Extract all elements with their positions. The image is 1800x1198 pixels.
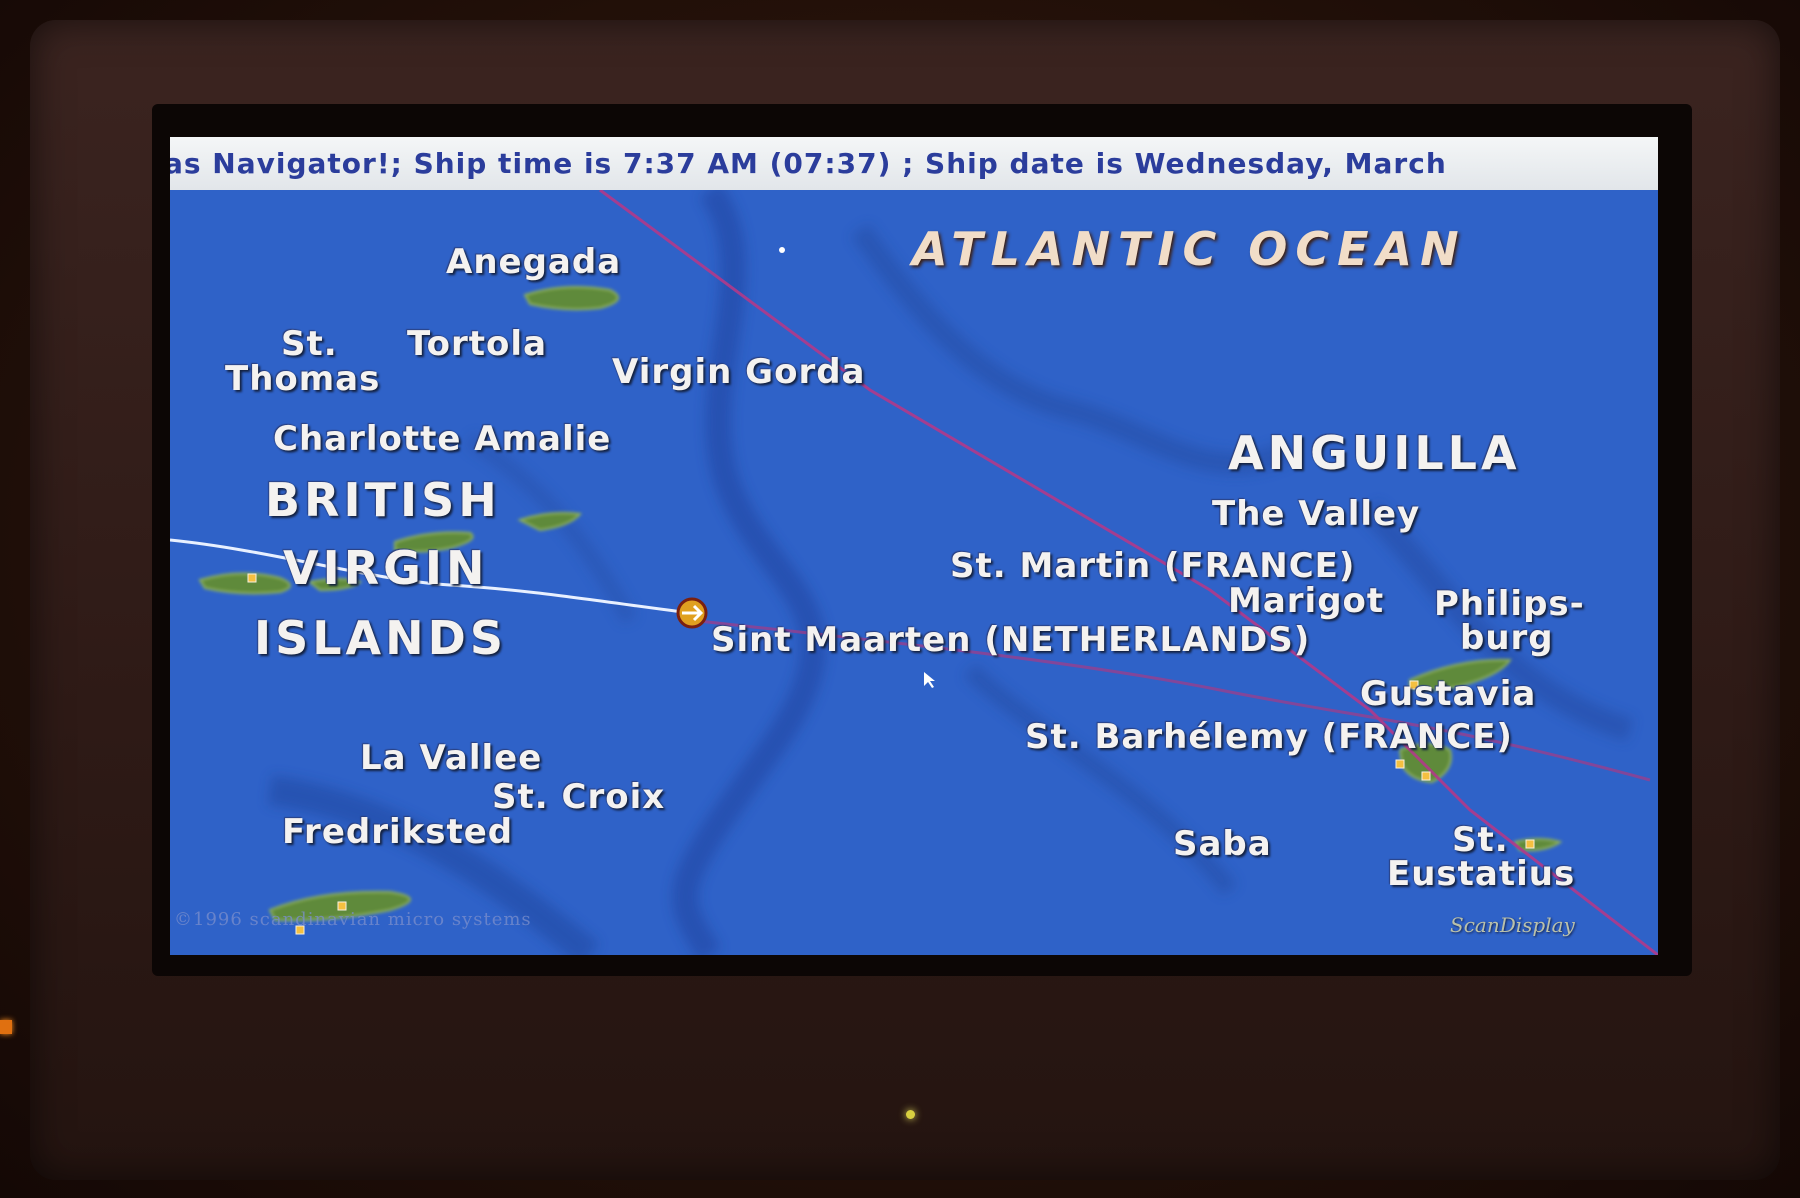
power-led-icon xyxy=(906,1110,915,1119)
status-ticker: as Navigator!; Ship time is 7:37 AM (07:… xyxy=(170,137,1658,190)
philipsburg-label-line2: burg xyxy=(1460,618,1554,658)
gustavia-dot xyxy=(1525,839,1535,849)
la-vallee-label: La Vallee xyxy=(360,738,543,778)
fredriksted-label: Fredriksted xyxy=(282,812,514,852)
st-eustatius-label-line2: Eustatius xyxy=(1387,854,1576,894)
marigot-dot xyxy=(1395,759,1405,769)
anguilla-label: ANGUILLA xyxy=(1228,426,1521,480)
philipsburg-dot xyxy=(1421,771,1431,781)
saba-label: Saba xyxy=(1173,824,1272,864)
brand-logo: ScanDisplay xyxy=(1450,913,1575,937)
st-barthelemy-label: St. Barhélemy (FRANCE) xyxy=(1025,717,1513,757)
st-croix-label: St. Croix xyxy=(492,777,666,817)
the-valley-label: The Valley xyxy=(1212,494,1421,534)
st-eustatius-label-line1: St. xyxy=(1452,820,1509,860)
tortola-label: Tortola xyxy=(407,324,548,364)
anegada-label: Anegada xyxy=(446,242,622,282)
navigator-screen: as Navigator!; Ship time is 7:37 AM (07:… xyxy=(170,137,1658,955)
st-thomas-island xyxy=(198,572,291,595)
atlantic-ocean-label: ATLANTIC OCEAN xyxy=(912,222,1467,276)
charlotte-amalie-label: Charlotte Amalie xyxy=(273,419,612,459)
virgin-gorda-label: Virgin Gorda xyxy=(612,352,866,392)
waypoint-icon xyxy=(779,247,785,253)
indicator-light xyxy=(0,1020,12,1034)
bvi-label-line3: ISLANDS xyxy=(254,611,507,665)
gustavia-label: Gustavia xyxy=(1360,674,1537,714)
bvi-label-line2: VIRGIN xyxy=(283,541,489,595)
sint-maarten-label: Sint Maarten (NETHERLANDS) xyxy=(711,620,1311,660)
copyright-notice: ©1996 scandinavian micro systems xyxy=(174,909,532,930)
philipsburg-label-line1: Philips- xyxy=(1434,584,1585,624)
st-thomas-label-line1: St. xyxy=(281,324,338,364)
anegada-island xyxy=(523,285,619,311)
ticker-text: as Navigator!; Ship time is 7:37 AM (07:… xyxy=(170,147,1447,180)
bvi-label-line1: BRITISH xyxy=(265,473,501,527)
marigot-label: Marigot xyxy=(1228,581,1385,621)
st-martin-label: St. Martin (FRANCE) xyxy=(950,546,1356,586)
charlotte-amalie-dot xyxy=(247,573,257,583)
st-thomas-label-line2: Thomas xyxy=(225,359,381,399)
ship-position-arrow-icon xyxy=(676,597,708,629)
